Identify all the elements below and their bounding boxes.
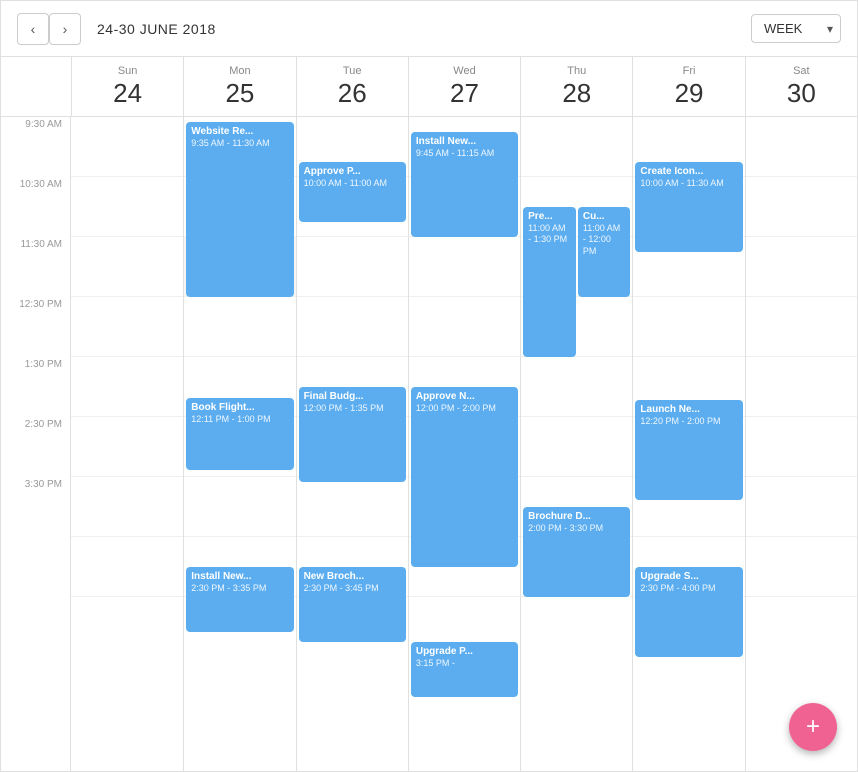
day-number-tue: 26 [301,79,404,108]
event-approve-n[interactable]: Approve N... 12:00 PM - 2:00 PM [411,387,518,567]
event-pre[interactable]: Pre... 11:00 AM - 1:30 PM [523,207,576,357]
time-header-spacer [1,57,71,116]
event-new-brochure[interactable]: New Broch... 2:30 PM - 3:45 PM [299,567,406,642]
time-label-1130: 11:30 AM [1,237,70,297]
day-header-thu: Thu 28 [520,57,632,116]
day-number-thu: 28 [525,79,628,108]
day-column-sun[interactable] [71,117,183,771]
calendar-body: 9:30 AM 10:30 AM 11:30 AM 12:30 PM 1:30 … [1,117,857,771]
event-launch-ne[interactable]: Launch Ne... 12:20 PM - 2:00 PM [635,400,742,500]
view-select-wrapper[interactable]: WEEK DAY MONTH [751,14,841,43]
time-column: 9:30 AM 10:30 AM 11:30 AM 12:30 PM 1:30 … [1,117,71,771]
next-button[interactable]: › [49,13,81,45]
time-label-1030: 10:30 AM [1,177,70,237]
calendar-header: ‹ › 24-30 JUNE 2018 WEEK DAY MONTH [1,1,857,57]
day-column-fri[interactable]: Create Icon... 10:00 AM - 11:30 AM Launc… [632,117,744,771]
event-upgrade-s[interactable]: Upgrade S... 2:30 PM - 4:00 PM [635,567,742,657]
view-select[interactable]: WEEK DAY MONTH [751,14,841,43]
day-name-thu: Thu [525,65,628,77]
time-label-130: 1:30 PM [1,357,70,417]
day-number-mon: 25 [188,79,291,108]
days-grid: Website Re... 9:35 AM - 11:30 AM Book Fl… [71,117,857,771]
day-name-tue: Tue [301,65,404,77]
prev-button[interactable]: ‹ [17,13,49,45]
day-headers: Sun 24 Mon 25 Tue 26 Wed 27 Thu 28 Fri 2… [1,57,857,117]
day-name-sun: Sun [76,65,179,77]
day-column-tue[interactable]: Approve P... 10:00 AM - 11:00 AM Final B… [296,117,408,771]
event-install-new-wed[interactable]: Install New... 9:45 AM - 11:15 AM [411,132,518,237]
event-final-budget[interactable]: Final Budg... 12:00 PM - 1:35 PM [299,387,406,482]
event-create-icon[interactable]: Create Icon... 10:00 AM - 11:30 AM [635,162,742,252]
time-label-930: 9:30 AM [1,117,70,177]
time-label-430 [1,537,70,597]
day-name-wed: Wed [413,65,516,77]
day-name-mon: Mon [188,65,291,77]
event-approve-p[interactable]: Approve P... 10:00 AM - 11:00 AM [299,162,406,222]
event-upgrade-p[interactable]: Upgrade P... 3:15 PM - [411,642,518,697]
day-header-sat: Sat 30 [745,57,857,116]
day-header-sun: Sun 24 [71,57,183,116]
event-install-new-mon[interactable]: Install New... 2:30 PM - 3:35 PM [186,567,293,632]
event-brochure-d[interactable]: Brochure D... 2:00 PM - 3:30 PM [523,507,630,597]
time-label-330: 3:30 PM [1,477,70,537]
time-label-230: 2:30 PM [1,417,70,477]
day-column-mon[interactable]: Website Re... 9:35 AM - 11:30 AM Book Fl… [183,117,295,771]
day-header-mon: Mon 25 [183,57,295,116]
day-name-sat: Sat [750,65,853,77]
day-header-wed: Wed 27 [408,57,520,116]
day-column-thu[interactable]: Pre... 11:00 AM - 1:30 PM Cu... 11:00 AM… [520,117,632,771]
day-number-wed: 27 [413,79,516,108]
day-number-sun: 24 [76,79,179,108]
fab-add-button[interactable]: + [789,703,837,751]
day-number-fri: 29 [637,79,740,108]
time-label-1230: 12:30 PM [1,297,70,357]
event-book-flight[interactable]: Book Flight... 12:11 PM - 1:00 PM [186,398,293,470]
day-column-sat[interactable] [745,117,857,771]
calendar-container: ‹ › 24-30 JUNE 2018 WEEK DAY MONTH Sun 2… [0,0,858,772]
date-range-label: 24-30 JUNE 2018 [97,21,216,37]
day-header-fri: Fri 29 [632,57,744,116]
event-cu[interactable]: Cu... 11:00 AM - 12:00 PM [578,207,631,297]
event-website-redesign[interactable]: Website Re... 9:35 AM - 11:30 AM [186,122,293,297]
day-header-tue: Tue 26 [296,57,408,116]
day-column-wed[interactable]: Install New... 9:45 AM - 11:15 AM Approv… [408,117,520,771]
day-name-fri: Fri [637,65,740,77]
day-number-sat: 30 [750,79,853,108]
